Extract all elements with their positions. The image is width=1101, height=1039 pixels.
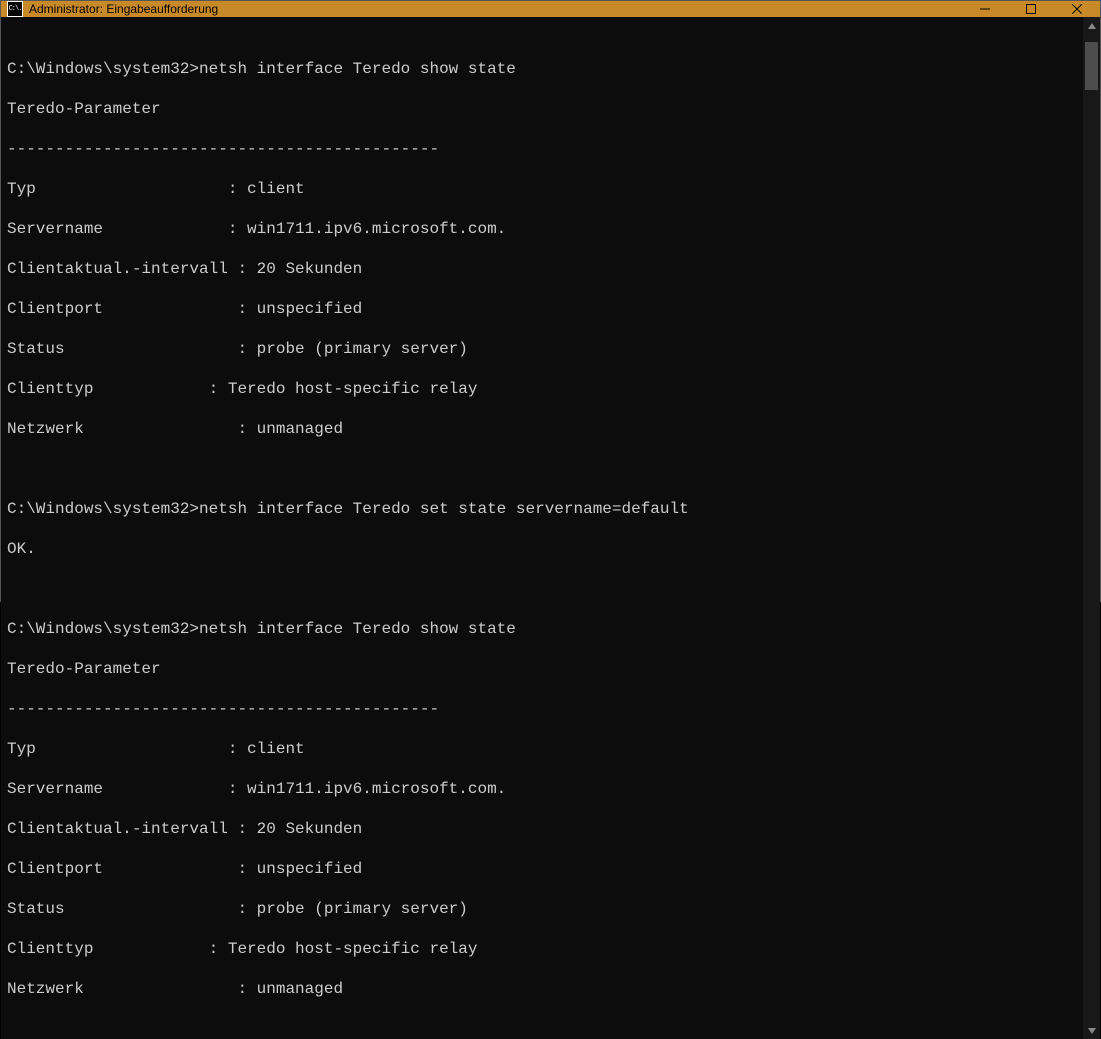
cmd-icon: C:\.: [7, 1, 23, 17]
terminal-line: C:\Windows\system32>netsh interface Tere…: [1, 499, 1083, 519]
terminal-line: Servername : win1711.ipv6.microsoft.com.: [1, 219, 1083, 239]
close-button[interactable]: [1054, 1, 1100, 17]
minimize-button[interactable]: [962, 1, 1008, 17]
terminal-line: ----------------------------------------…: [1, 699, 1083, 719]
vertical-scrollbar[interactable]: [1083, 17, 1100, 1039]
terminal-area: C:\Windows\system32>netsh interface Tere…: [1, 17, 1100, 1039]
terminal-line: Netzwerk : unmanaged: [1, 979, 1083, 999]
titlebar-left: C:\. Administrator: Eingabeaufforderung: [1, 1, 962, 17]
scroll-thumb[interactable]: [1085, 42, 1098, 90]
minimize-icon: [980, 4, 990, 14]
terminal-line: Servername : win1711.ipv6.microsoft.com.: [1, 779, 1083, 799]
scroll-track[interactable]: [1083, 34, 1100, 1022]
titlebar[interactable]: C:\. Administrator: Eingabeaufforderung: [1, 1, 1100, 17]
titlebar-buttons: [962, 1, 1100, 17]
terminal-line: Teredo-Parameter: [1, 99, 1083, 119]
terminal-line: Clienttyp : Teredo host-specific relay: [1, 939, 1083, 959]
terminal-output[interactable]: C:\Windows\system32>netsh interface Tere…: [1, 17, 1083, 1039]
scroll-up-arrow-icon[interactable]: [1083, 17, 1100, 34]
terminal-line: Teredo-Parameter: [1, 659, 1083, 679]
maximize-button[interactable]: [1008, 1, 1054, 17]
terminal-line: Status : probe (primary server): [1, 339, 1083, 359]
maximize-icon: [1026, 4, 1036, 14]
terminal-line: Clientaktual.-intervall : 20 Sekunden: [1, 259, 1083, 279]
terminal-line: Clientport : unspecified: [1, 299, 1083, 319]
terminal-line: Status : probe (primary server): [1, 899, 1083, 919]
close-icon: [1072, 4, 1082, 14]
cmd-window: C:\. Administrator: Eingabeaufforderung …: [0, 0, 1101, 602]
terminal-line: Netzwerk : unmanaged: [1, 419, 1083, 439]
terminal-line: C:\Windows\system32>netsh interface Tere…: [1, 59, 1083, 79]
terminal-line: Typ : client: [1, 179, 1083, 199]
terminal-line: ----------------------------------------…: [1, 139, 1083, 159]
terminal-line: OK.: [1, 539, 1083, 559]
scroll-down-arrow-icon[interactable]: [1083, 1022, 1100, 1039]
terminal-line: Clienttyp : Teredo host-specific relay: [1, 379, 1083, 399]
terminal-line: Clientport : unspecified: [1, 859, 1083, 879]
terminal-line: Clientaktual.-intervall : 20 Sekunden: [1, 819, 1083, 839]
window-title: Administrator: Eingabeaufforderung: [29, 2, 218, 16]
terminal-line: C:\Windows\system32>netsh interface Tere…: [1, 619, 1083, 639]
terminal-line: Typ : client: [1, 739, 1083, 759]
